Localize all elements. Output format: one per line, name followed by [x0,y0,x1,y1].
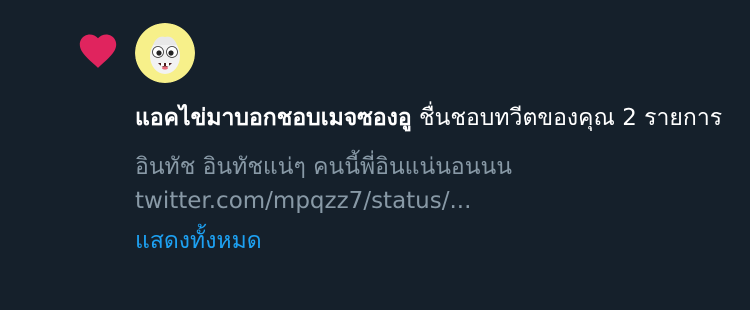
tweet-preview[interactable]: อินทัช อินทัชแน่ๆ คนนี้พี่อินแน่นอนนน tw… [135,150,735,218]
heart-icon [79,34,117,68]
notification-content: แอคไข่มาบอกชอบเมจซองอู ชื่นชอบทวีตของคุณ… [135,101,735,258]
avatar[interactable] [135,23,195,83]
action-text: ชื่นชอบทวีตของคุณ 2 รายการ [411,105,723,131]
like-notification[interactable]: แอคไข่มาบอกชอบเมจซองอู ชื่นชอบทวีตของคุณ… [0,0,750,310]
actor-name[interactable]: แอคไข่มาบอกชอบเมจซองอู [135,105,412,131]
egg-face-avatar-icon [135,23,195,83]
notification-headline: แอคไข่มาบอกชอบเมจซองอู ชื่นชอบทวีตของคุณ… [135,101,735,135]
show-all-link[interactable]: แสดงทั้งหมด [135,224,262,258]
